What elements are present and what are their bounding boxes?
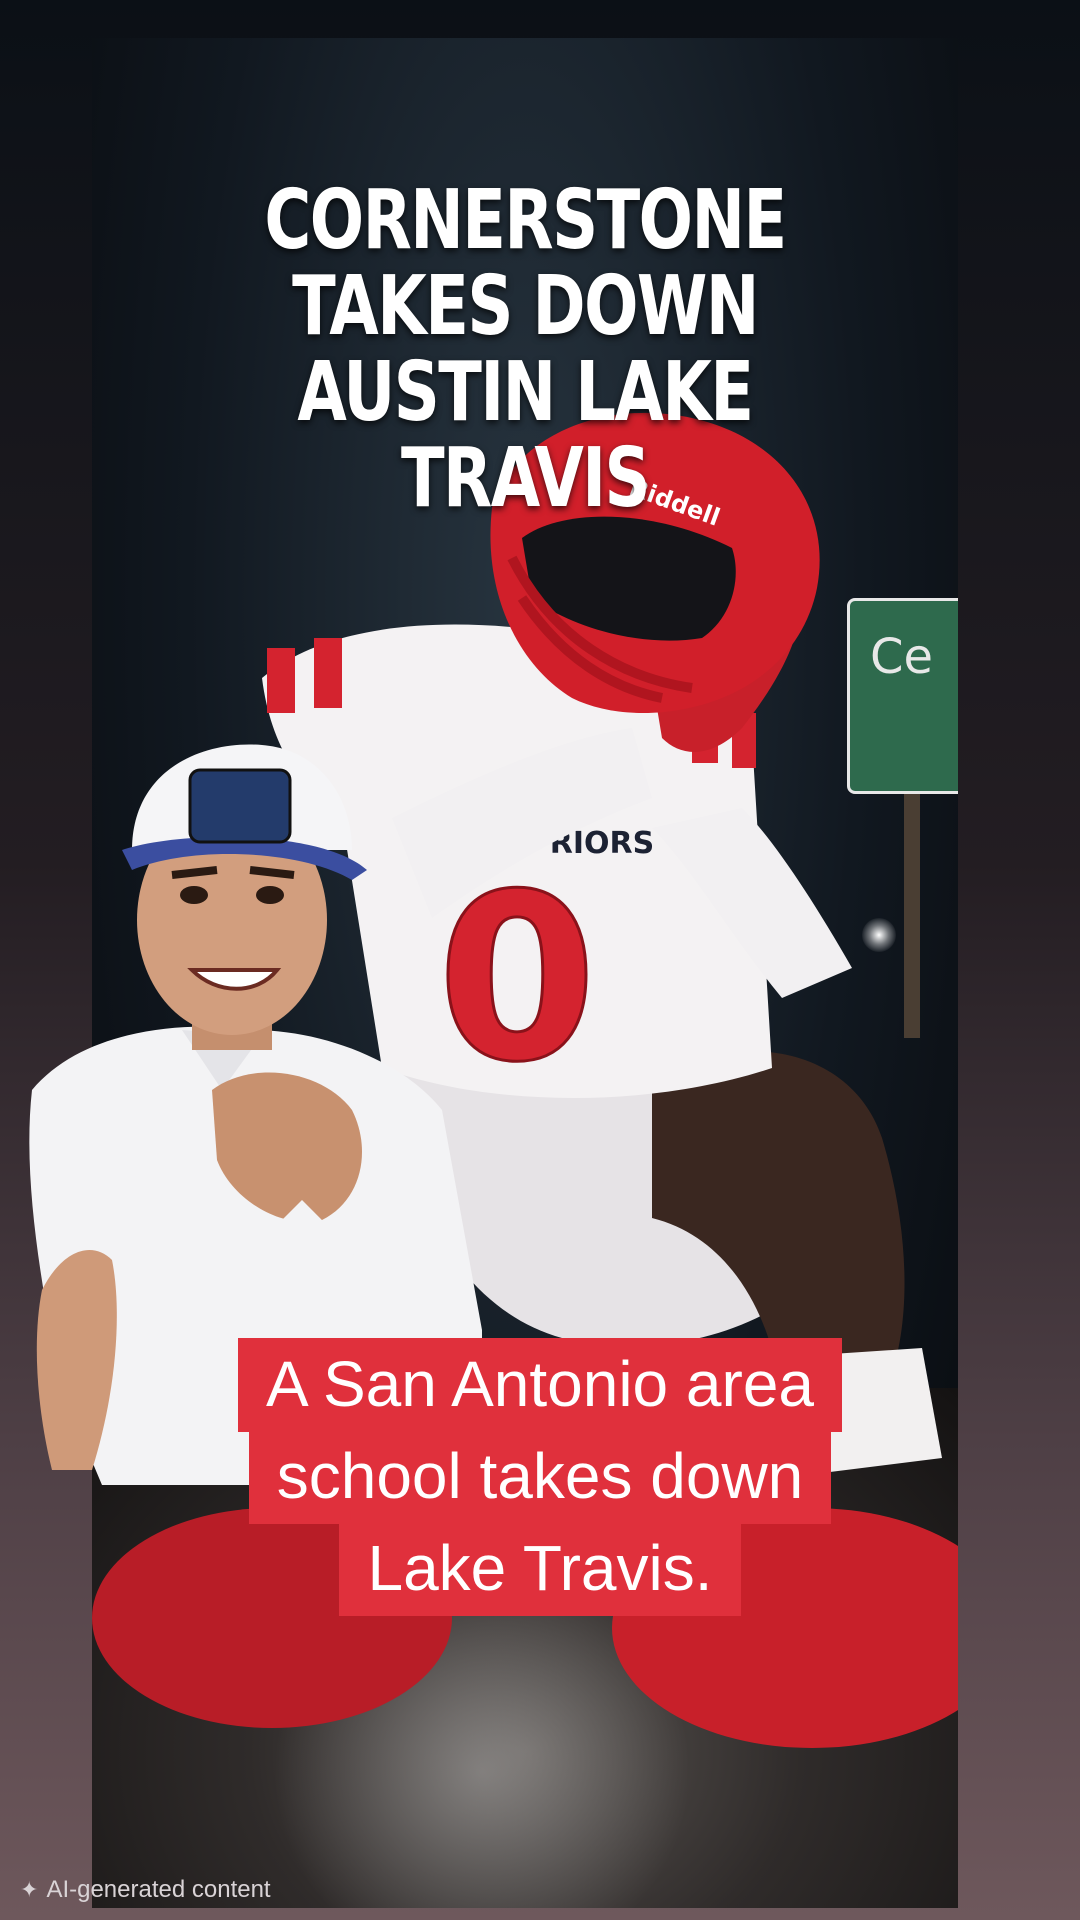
player-stripe xyxy=(267,648,295,713)
sparkle-icon: ✦ xyxy=(20,1877,39,1902)
presenter-cap-patch xyxy=(188,768,292,844)
presenter-eye xyxy=(256,886,284,904)
ai-generated-label[interactable]: ✦ AI-generated content xyxy=(20,1876,271,1904)
headline-line: TAKES DOWN xyxy=(292,259,759,354)
headline-line: CORNERSTONE xyxy=(264,173,787,268)
ai-generated-text: AI-generated content xyxy=(46,1876,271,1903)
caption-line: Lake Travis. xyxy=(339,1522,741,1616)
caption: A San Antonio area school takes down Lak… xyxy=(0,1338,1080,1616)
headline: CORNERSTONE TAKES DOWN AUSTIN LAKE TRAVI… xyxy=(187,178,862,522)
caption-line: A San Antonio area xyxy=(238,1338,842,1432)
presenter-eye xyxy=(180,886,208,904)
player-stripe xyxy=(314,638,342,708)
caption-line: school takes down xyxy=(248,1430,832,1524)
headline-line: AUSTIN LAKE TRAVIS xyxy=(297,345,754,526)
